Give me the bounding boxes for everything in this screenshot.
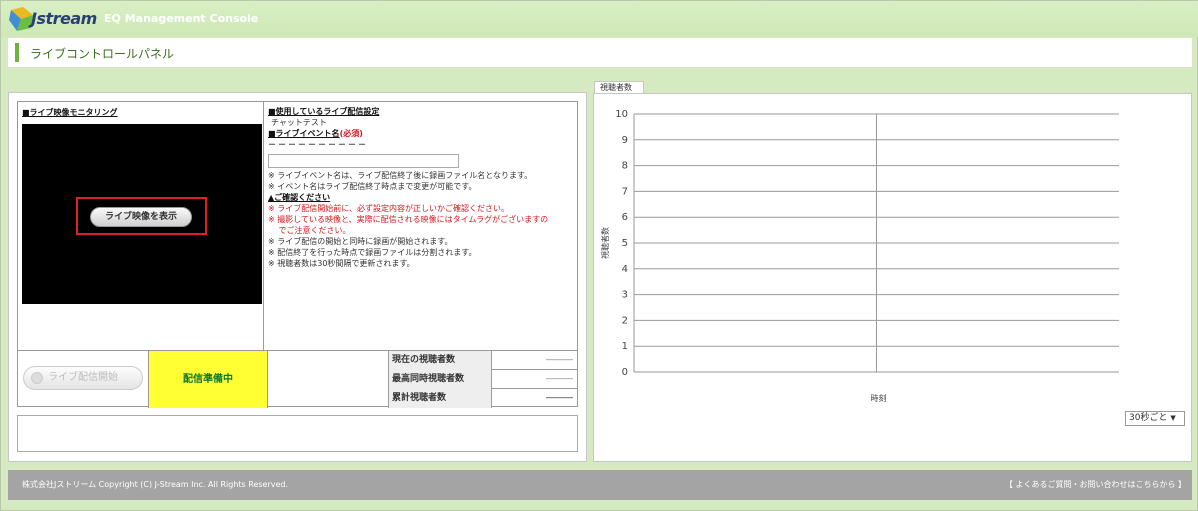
count-label: 現在の視聴者数 (388, 351, 492, 370)
chevron-down-icon: ▼ (1170, 414, 1176, 422)
y-tick-label: 1 (622, 341, 628, 352)
panel-title-bar: ライブコントロールパネル (8, 38, 1192, 67)
event-name-heading: ■ライブイベント名 (268, 129, 340, 138)
y-tick-label: 10 (615, 109, 628, 120)
count-label: 累計視聴者数 (388, 389, 492, 408)
monitor-section: ■ライブ映像モニタリング ライブ映像を表示 (18, 102, 264, 350)
control-panel: ■ライブ映像モニタリング ライブ映像を表示 ■使用しているライブ配信設定 チャッ… (8, 92, 587, 462)
x-axis-label: 時刻 (871, 393, 887, 403)
info-line: ※ ライブ配信の開始と同時に録画が開始されます。 (268, 237, 453, 246)
top-bar: Jstream EQ Management Console (1, 1, 1198, 37)
config-value: チャットテスト (271, 118, 327, 127)
control-box: ■ライブ映像モニタリング ライブ映像を表示 ■使用しているライブ配信設定 チャッ… (17, 101, 578, 408)
count-value: ――― (546, 355, 573, 365)
y-tick-label: 8 (622, 161, 628, 172)
y-tick-label: 5 (622, 238, 628, 249)
warning-line: ※ 撮影している映像と、実際に配信される映像にはタイムラグがございますの (268, 215, 549, 224)
table-row: 最高同時視聴者数 ――― (388, 370, 577, 389)
config-heading: ■使用しているライブ配信設定 (268, 107, 380, 116)
event-name-input[interactable] (268, 154, 459, 168)
message-box (17, 415, 578, 452)
app-title: EQ Management Console (104, 12, 259, 25)
y-tick-label: 7 (622, 186, 628, 197)
confirm-heading: ▲ご確認ください (268, 193, 331, 202)
warning-line: でご注意ください。 (268, 226, 351, 235)
y-tick-label: 9 (622, 135, 628, 146)
warning-line: ※ ライブ配信開始前に、必ず設定内容が正しいかご確認ください。 (268, 204, 510, 213)
y-axis-label: 視聴者数 (600, 227, 610, 259)
highlight-frame: ライブ映像を表示 (76, 197, 207, 235)
title-accent-bar (15, 43, 19, 62)
radio-dot-icon (31, 372, 43, 384)
video-monitor: ライブ映像を表示 (22, 124, 262, 304)
show-video-button[interactable]: ライブ映像を表示 (90, 207, 192, 227)
event-name-display: －－－－－－－－－－ (268, 140, 368, 149)
count-value: ――― (546, 393, 573, 403)
viewer-count-table: 現在の視聴者数 ――― 最高同時視聴者数 ――― 累計視聴者数 ――― (388, 351, 577, 408)
y-tick-label: 4 (622, 264, 628, 275)
contact-link[interactable]: 【 よくあるご質問・お問い合わせはこちらから 】 (1005, 470, 1186, 500)
copyright-text: 株式会社Jストリーム Copyright (C) J-Stream Inc. A… (22, 480, 289, 489)
note-line: ※ ライブイベント名は、ライブ配信終了後に録画ファイル名となります。 (268, 171, 533, 180)
footer: 株式会社Jストリーム Copyright (C) J-Stream Inc. A… (8, 470, 1192, 500)
y-tick-label: 3 (622, 290, 628, 301)
table-row: 現在の視聴者数 ――― (388, 351, 577, 370)
y-tick-label: 0 (622, 367, 628, 378)
interval-select[interactable]: 30秒ごと ▼ (1125, 411, 1185, 426)
settings-section: ■使用しているライブ配信設定 チャットテスト ■ライブイベント名(必須) －－－… (268, 106, 573, 346)
info-line: ※ 視聴者数は30秒間隔で更新されます。 (268, 259, 415, 268)
count-label: 最高同時視聴者数 (388, 370, 492, 389)
table-row: 累計視聴者数 ――― (388, 389, 577, 408)
logo-text: Jstream (31, 9, 97, 28)
monitor-heading: ■ライブ映像モニタリング (22, 108, 118, 117)
note-line: ※ イベント名はライブ配信終了時点まで変更が可能です。 (268, 182, 477, 191)
y-tick-label: 6 (622, 212, 628, 223)
start-live-button[interactable]: ライブ配信開始 (23, 366, 143, 390)
status-badge: 配信準備中 (148, 351, 268, 408)
start-live-label: ライブ配信開始 (48, 372, 118, 383)
jstream-logo[interactable]: Jstream (9, 4, 97, 34)
status-row: ライブ配信開始 配信準備中 現在の視聴者数 ――― 最高同時視聴者数 ――― 累… (18, 350, 577, 408)
info-line: ※ 配信終了を行った時点で録画ファイルは分割されます。 (268, 248, 477, 257)
viewer-chart-panel: 0 1 2 3 4 5 6 7 8 9 10 時刻 視聴者数 30秒ごと ▼ (593, 93, 1192, 462)
interval-select-value: 30秒ごと (1129, 413, 1168, 423)
viewer-chart: 0 1 2 3 4 5 6 7 8 9 10 時刻 視聴者数 (600, 109, 1119, 403)
count-value: ――― (546, 374, 573, 384)
required-label: (必須) (339, 129, 363, 138)
page-title: ライブコントロールパネル (30, 47, 175, 61)
y-tick-label: 2 (622, 315, 628, 326)
